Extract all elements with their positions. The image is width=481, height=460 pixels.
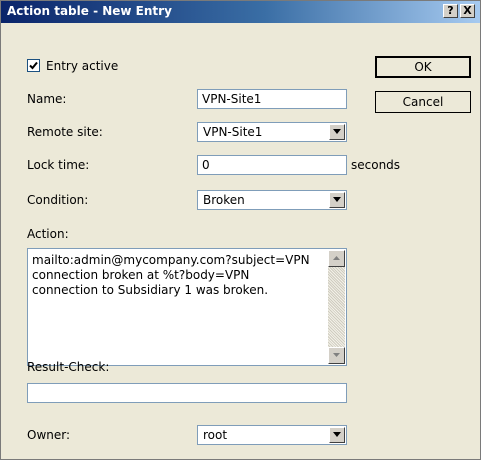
dialog-window: Action table - New Entry ? X Entry activ… xyxy=(0,0,481,460)
window-title: Action table - New Entry xyxy=(7,4,172,18)
remote-site-value: VPN-Site1 xyxy=(203,125,263,139)
owner-select[interactable]: root xyxy=(197,425,347,445)
chevron-down-icon xyxy=(333,432,341,437)
dropdown-button[interactable] xyxy=(329,192,345,208)
chevron-down-icon xyxy=(333,197,341,202)
action-textarea[interactable]: mailto:admin@mycompany.com?subject=VPN c… xyxy=(27,248,347,366)
ok-button[interactable]: OK xyxy=(375,56,471,78)
condition-value: Broken xyxy=(203,193,245,207)
name-input[interactable]: VPN-Site1 xyxy=(197,89,347,109)
scroll-up-button[interactable] xyxy=(328,250,345,267)
checkmark-icon xyxy=(29,61,38,70)
arrow-down-icon xyxy=(333,353,340,357)
scroll-down-button[interactable] xyxy=(328,347,345,364)
scroll-track[interactable] xyxy=(328,267,345,347)
remote-site-label: Remote site: xyxy=(27,125,103,139)
dropdown-button[interactable] xyxy=(329,124,345,140)
lock-time-input[interactable]: 0 xyxy=(197,155,347,175)
dropdown-button[interactable] xyxy=(329,427,345,443)
close-button[interactable]: X xyxy=(460,4,475,18)
lock-time-label: Lock time: xyxy=(27,158,90,172)
condition-label: Condition: xyxy=(27,193,89,207)
name-label: Name: xyxy=(27,92,67,106)
chevron-down-icon xyxy=(333,129,341,134)
arrow-up-icon xyxy=(333,256,340,260)
result-check-label: Result-Check: xyxy=(27,360,110,374)
entry-active-label: Entry active xyxy=(46,59,119,73)
condition-select[interactable]: Broken xyxy=(197,190,347,210)
action-text: mailto:admin@mycompany.com?subject=VPN c… xyxy=(32,253,310,297)
action-label: Action: xyxy=(27,227,69,241)
cancel-button[interactable]: Cancel xyxy=(375,91,471,113)
title-bar[interactable]: Action table - New Entry ? X xyxy=(1,1,480,23)
help-button[interactable]: ? xyxy=(443,4,458,18)
vertical-scrollbar[interactable] xyxy=(328,250,345,364)
result-check-input[interactable] xyxy=(27,383,347,403)
lock-time-unit: seconds xyxy=(351,158,401,172)
owner-value: root xyxy=(203,428,228,442)
owner-label: Owner: xyxy=(27,428,71,442)
entry-active-checkbox[interactable] xyxy=(27,59,40,72)
remote-site-select[interactable]: VPN-Site1 xyxy=(197,122,347,142)
